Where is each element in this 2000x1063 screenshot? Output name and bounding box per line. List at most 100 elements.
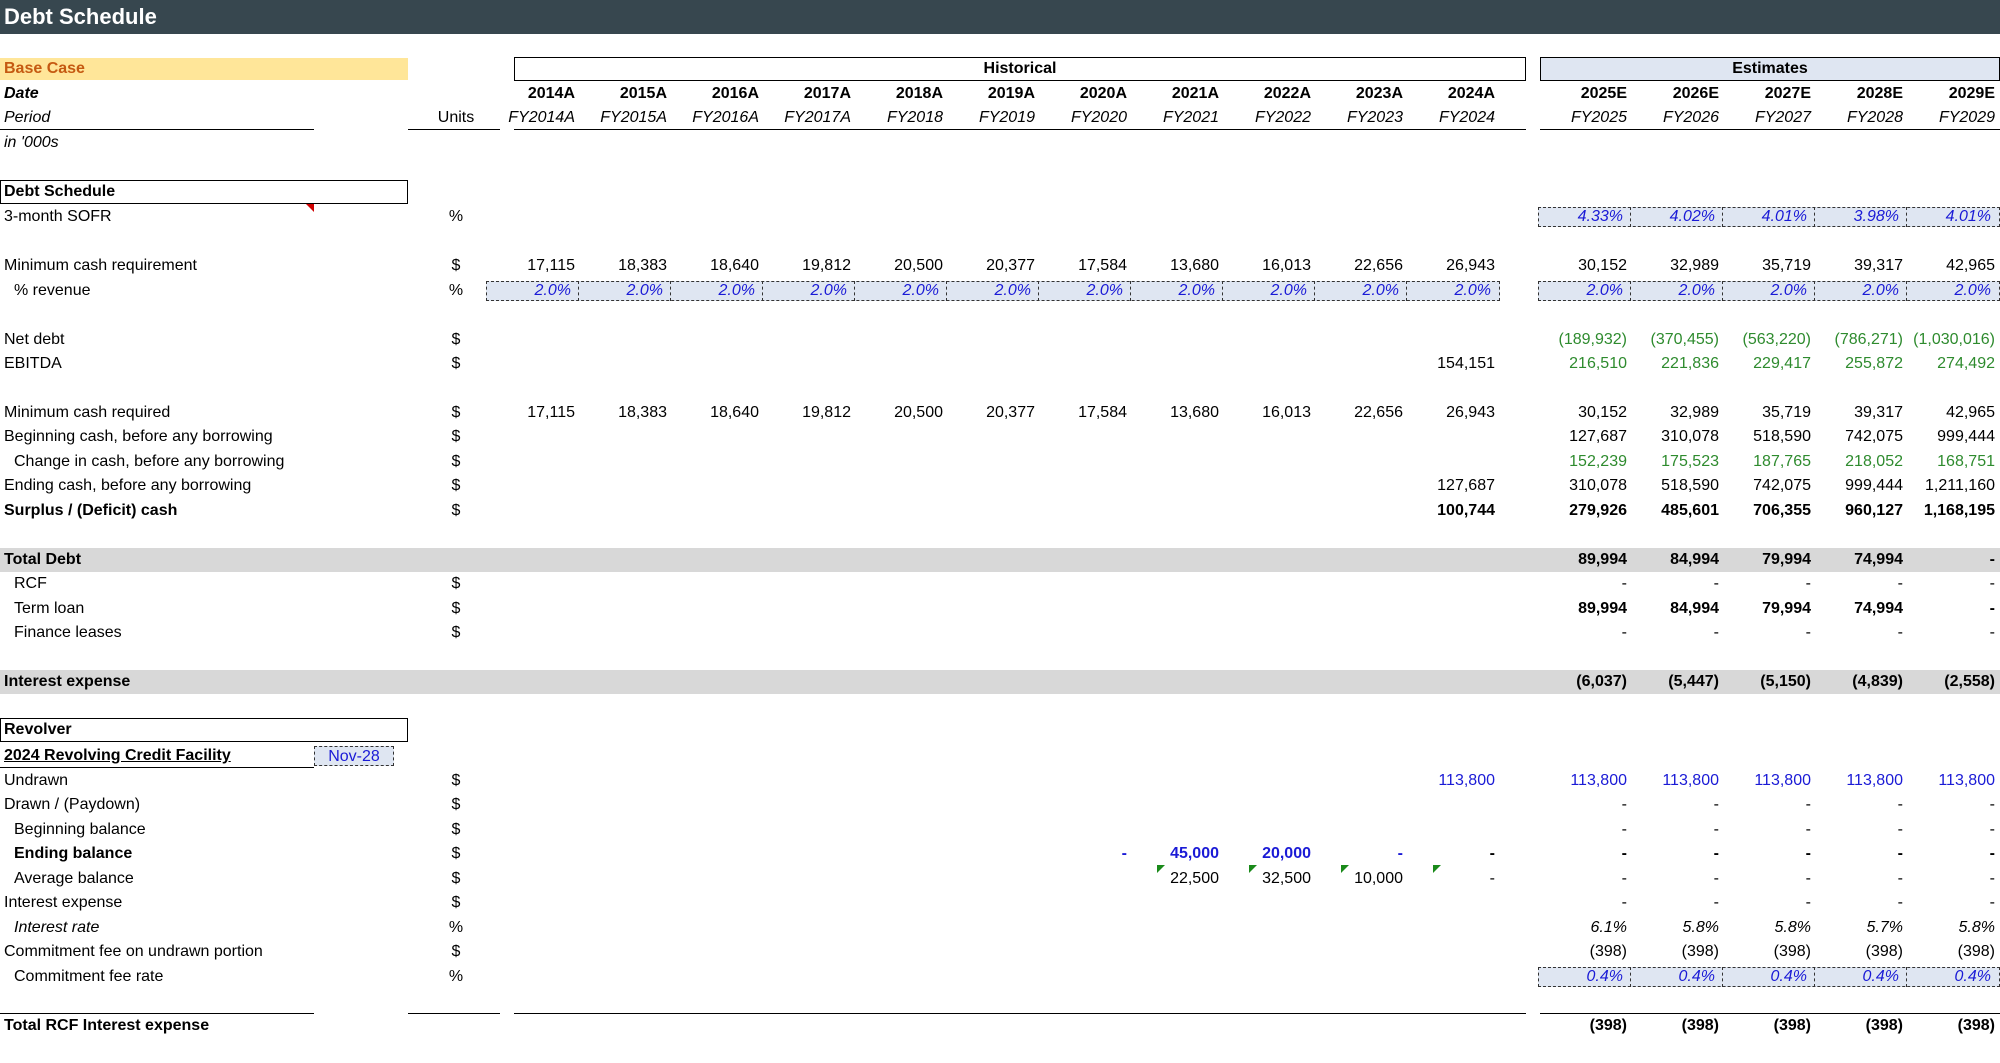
min-cash-value[interactable]: 26,943 [1409,256,1495,276]
pct-rev-value[interactable]: 2.0% [761,281,847,301]
undrawn-value[interactable]: 113,800 [1541,771,1627,791]
surplus-value[interactable]: 706,355 [1725,501,1811,521]
undrawn-value[interactable]: 113,800 [1817,771,1903,791]
beg-bal-value[interactable]: - [1725,820,1811,840]
min-cash-req-value[interactable]: 18,640 [673,403,759,423]
min-cash-req-value[interactable]: 32,989 [1633,403,1719,423]
scenario-cell[interactable]: Base Case [0,58,408,80]
pct-rev-value[interactable]: 2.0% [1721,281,1807,301]
total-debt-value[interactable]: 89,994 [1541,550,1627,570]
undrawn-value[interactable]: 113,800 [1909,771,1995,791]
min-cash-value[interactable]: 22,656 [1317,256,1403,276]
int-exp-value[interactable]: (6,037) [1541,672,1627,692]
beg-bal-value[interactable]: - [1817,820,1903,840]
surplus-value[interactable]: 485,601 [1633,501,1719,521]
sofr-value[interactable]: 3.98% [1813,207,1899,227]
pct-rev-value[interactable]: 2.0% [577,281,663,301]
chg-cash-value[interactable]: 168,751 [1909,452,1995,472]
beg-cash-value[interactable]: 999,444 [1909,427,1995,447]
avg-bal-value[interactable]: - [1725,869,1811,889]
commit-rate-value[interactable]: 0.4% [1629,967,1715,987]
min-cash-value[interactable]: 30,152 [1541,256,1627,276]
fin-leases-value[interactable]: - [1817,623,1903,643]
beg-bal-value[interactable]: - [1541,820,1627,840]
min-cash-value[interactable]: 13,680 [1133,256,1219,276]
undrawn-value[interactable]: 113,800 [1633,771,1719,791]
pct-rev-value[interactable]: 2.0% [1221,281,1307,301]
pct-rev-value[interactable]: 2.0% [1129,281,1215,301]
int-rate-value[interactable]: 5.8% [1909,918,1995,938]
min-cash-req-value[interactable]: 26,943 [1409,403,1495,423]
min-cash-value[interactable]: 20,377 [949,256,1035,276]
avg-bal-value[interactable]: 22,500 [1133,869,1219,889]
commit-fee-value[interactable]: (398) [1541,942,1627,962]
end-bal-value[interactable]: - [1633,844,1719,864]
term-loan-value[interactable]: - [1909,599,1995,619]
fin-leases-value[interactable]: - [1725,623,1811,643]
min-cash-req-value[interactable]: 39,317 [1817,403,1903,423]
min-cash-value[interactable]: 20,500 [857,256,943,276]
beg-cash-value[interactable]: 127,687 [1541,427,1627,447]
surplus-value[interactable]: 100,744 [1409,501,1495,521]
end-bal-value[interactable]: 45,000 [1133,844,1219,864]
pct-rev-value[interactable]: 2.0% [485,281,571,301]
drawn-value[interactable]: - [1541,795,1627,815]
avg-bal-value[interactable]: 32,500 [1225,869,1311,889]
min-cash-value[interactable]: 18,383 [581,256,667,276]
int-rate-value[interactable]: 5.8% [1725,918,1811,938]
term-loan-value[interactable]: 79,994 [1725,599,1811,619]
sofr-value[interactable]: 4.02% [1629,207,1715,227]
end-bal-value[interactable]: - [1317,844,1403,864]
int-rate-value[interactable]: 6.1% [1541,918,1627,938]
int-exp-value[interactable]: (4,839) [1817,672,1903,692]
total-debt-value[interactable]: 79,994 [1725,550,1811,570]
surplus-value[interactable]: 960,127 [1817,501,1903,521]
min-cash-value[interactable]: 35,719 [1725,256,1811,276]
min-cash-value[interactable]: 39,317 [1817,256,1903,276]
avg-bal-value[interactable]: - [1633,869,1719,889]
min-cash-req-value[interactable]: 18,383 [581,403,667,423]
avg-bal-value[interactable]: - [1909,869,1995,889]
total-rcf-value[interactable]: (398) [1633,1016,1719,1036]
min-cash-req-value[interactable]: 16,013 [1225,403,1311,423]
commit-fee-value[interactable]: (398) [1633,942,1719,962]
rcf-value[interactable]: - [1725,574,1811,594]
pct-rev-value[interactable]: 2.0% [669,281,755,301]
min-cash-req-value[interactable]: 17,584 [1041,403,1127,423]
rcf-int-value[interactable]: - [1817,893,1903,913]
undrawn-value[interactable]: 113,800 [1409,771,1495,791]
end-cash-value[interactable]: 1,211,160 [1909,476,1995,496]
surplus-value[interactable]: 279,926 [1541,501,1627,521]
commit-fee-value[interactable]: (398) [1817,942,1903,962]
pct-rev-value[interactable]: 2.0% [945,281,1031,301]
min-cash-value[interactable]: 42,965 [1909,256,1995,276]
total-debt-value[interactable]: 74,994 [1817,550,1903,570]
total-rcf-value[interactable]: (398) [1817,1016,1903,1036]
total-rcf-value[interactable]: (398) [1541,1016,1627,1036]
term-loan-value[interactable]: 84,994 [1633,599,1719,619]
beg-bal-value[interactable]: - [1633,820,1719,840]
min-cash-req-value[interactable]: 13,680 [1133,403,1219,423]
end-bal-value[interactable]: - [1725,844,1811,864]
net-debt-value[interactable]: (786,271) [1817,330,1904,350]
int-exp-value[interactable]: (2,558) [1909,672,1995,692]
min-cash-value[interactable]: 18,640 [673,256,759,276]
fin-leases-value[interactable]: - [1633,623,1719,643]
pct-rev-value[interactable]: 2.0% [1537,281,1623,301]
min-cash-req-value[interactable]: 19,812 [765,403,851,423]
avg-bal-value[interactable]: - [1541,869,1627,889]
min-cash-req-value[interactable]: 20,377 [949,403,1035,423]
min-cash-value[interactable]: 32,989 [1633,256,1719,276]
ebitda-value[interactable]: 216,510 [1541,354,1627,374]
end-bal-value[interactable]: - [1409,844,1495,864]
pct-rev-value[interactable]: 2.0% [1037,281,1123,301]
commit-rate-value[interactable]: 0.4% [1905,967,1991,987]
avg-bal-value[interactable]: 10,000 [1317,869,1403,889]
min-cash-req-value[interactable]: 17,115 [489,403,575,423]
commit-rate-value[interactable]: 0.4% [1813,967,1899,987]
rcf-maturity[interactable]: Nov-28 [314,746,394,766]
undrawn-value[interactable]: 113,800 [1725,771,1811,791]
sofr-value[interactable]: 4.01% [1721,207,1807,227]
end-bal-value[interactable]: 20,000 [1225,844,1311,864]
min-cash-value[interactable]: 17,115 [489,256,575,276]
